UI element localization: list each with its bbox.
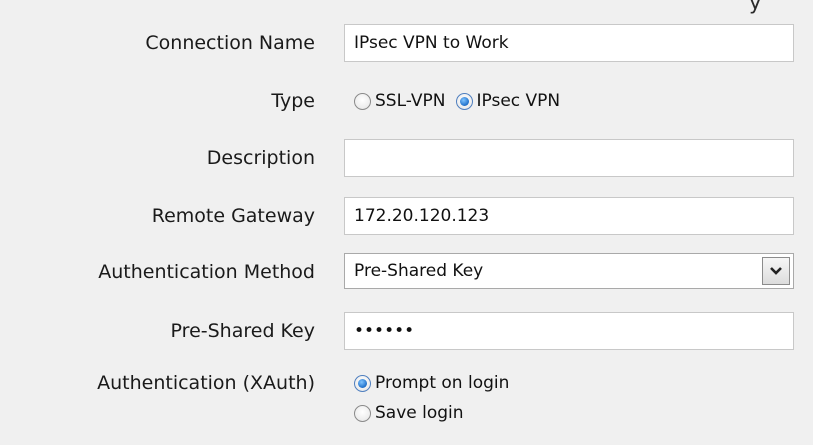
prompt-on-login-radio-icon[interactable] xyxy=(354,374,371,392)
auth-method-label: Authentication Method xyxy=(98,261,315,283)
auth-method-row: Authentication Method Pre-Shared Key xyxy=(0,253,813,291)
type-option-ipsec-vpn[interactable]: IPsec VPN xyxy=(455,91,561,111)
psk-label: Pre-Shared Key xyxy=(170,320,315,342)
type-radio-group: SSL-VPN IPsec VPN xyxy=(354,82,570,120)
connection-name-row: Connection Name xyxy=(0,24,813,62)
xauth-row: Authentication (XAuth) Prompt on login S… xyxy=(0,364,813,423)
description-row: Description xyxy=(0,139,813,177)
ipsec-vpn-label: IPsec VPN xyxy=(476,91,561,111)
psk-input[interactable] xyxy=(344,312,794,350)
save-login-radio-icon[interactable] xyxy=(354,404,371,422)
xauth-radio-group: Prompt on login Save login xyxy=(354,368,509,428)
remote-gateway-label: Remote Gateway xyxy=(151,205,315,227)
auth-method-select[interactable]: Pre-Shared Key xyxy=(344,253,794,289)
cropped-text-fragment: y xyxy=(749,0,762,14)
ssl-vpn-label: SSL-VPN xyxy=(375,91,446,111)
xauth-option-save-login[interactable]: Save login xyxy=(354,398,509,428)
remote-gateway-input[interactable] xyxy=(344,197,794,235)
psk-row: Pre-Shared Key xyxy=(0,312,813,350)
prompt-on-login-label: Prompt on login xyxy=(375,373,510,393)
chevron-down-icon xyxy=(770,267,782,275)
connection-name-label: Connection Name xyxy=(145,32,315,54)
connection-name-input[interactable] xyxy=(344,24,794,62)
type-row: Type SSL-VPN IPsec VPN xyxy=(0,82,813,120)
xauth-label: Authentication (XAuth) xyxy=(97,372,315,394)
xauth-option-prompt-on-login[interactable]: Prompt on login xyxy=(354,368,509,398)
dropdown-button[interactable] xyxy=(762,257,790,285)
type-option-ssl-vpn[interactable]: SSL-VPN xyxy=(354,91,446,111)
auth-method-selected-value: Pre-Shared Key xyxy=(354,261,484,281)
description-label: Description xyxy=(206,147,315,169)
description-input[interactable] xyxy=(344,139,794,177)
save-login-label: Save login xyxy=(375,403,464,423)
ipsec-vpn-radio-icon[interactable] xyxy=(455,92,473,110)
ssl-vpn-radio-icon[interactable] xyxy=(354,92,371,110)
type-label: Type xyxy=(271,90,315,112)
remote-gateway-row: Remote Gateway xyxy=(0,197,813,235)
